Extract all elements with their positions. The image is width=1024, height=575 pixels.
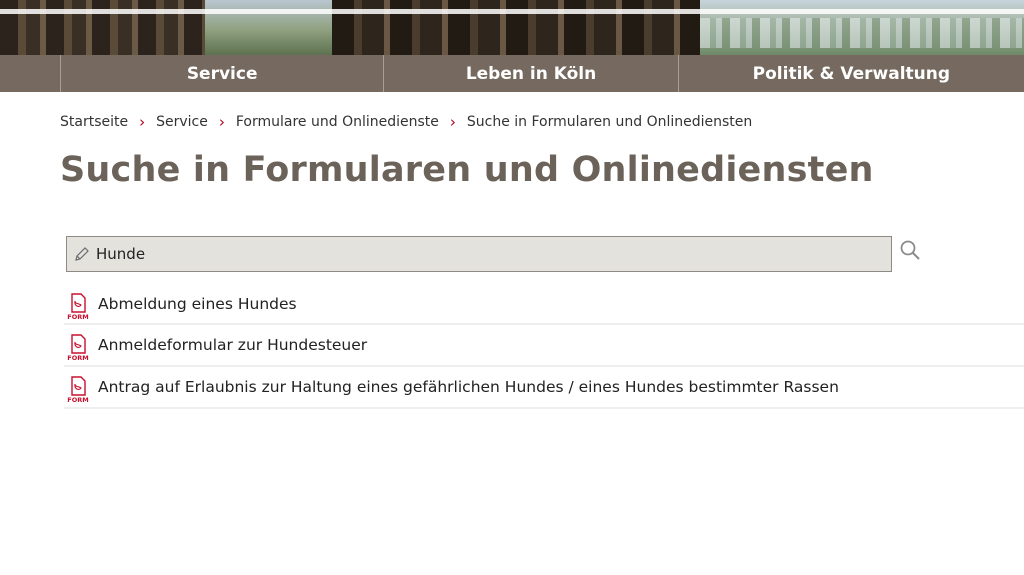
magnifier-icon bbox=[899, 239, 921, 265]
svg-text:FORM: FORM bbox=[67, 354, 88, 361]
banner-divider bbox=[0, 9, 1024, 14]
breadcrumb-link-formulare[interactable]: Formulare und Onlinedienste bbox=[236, 114, 439, 130]
search-field[interactable] bbox=[66, 236, 892, 272]
pdf-form-icon: FORM bbox=[64, 292, 92, 320]
breadcrumb-link-service[interactable]: Service bbox=[156, 114, 208, 130]
main-navigation: Service Leben in Köln Politik & Verwaltu… bbox=[0, 55, 1024, 92]
svg-text:FORM: FORM bbox=[67, 396, 88, 403]
breadcrumb-current: Suche in Formularen und Onlinediensten bbox=[466, 114, 753, 130]
result-link[interactable]: Anmeldeformular zur Hundesteuer bbox=[98, 336, 367, 354]
result-list: FORM Abmeldung eines Hundes FORM Anmelde… bbox=[64, 285, 1024, 409]
svg-text:FORM: FORM bbox=[67, 313, 88, 320]
search-input[interactable] bbox=[96, 245, 876, 263]
search-button[interactable] bbox=[898, 240, 922, 264]
result-item[interactable]: FORM Antrag auf Erlaubnis zur Haltung ei… bbox=[64, 367, 1024, 409]
pdf-form-icon: FORM bbox=[64, 333, 92, 361]
breadcrumb: Startseite › Service › Formulare und Onl… bbox=[60, 113, 752, 131]
result-link[interactable]: Antrag auf Erlaubnis zur Haltung eines g… bbox=[98, 378, 839, 396]
banner-skyline bbox=[700, 18, 1024, 48]
result-item[interactable]: FORM Anmeldeformular zur Hundesteuer bbox=[64, 325, 1024, 367]
page-title: Suche in Formularen und Onlinediensten bbox=[60, 150, 874, 190]
pencil-icon bbox=[71, 243, 93, 265]
nav-item-service[interactable]: Service bbox=[60, 55, 383, 92]
header-banner-image bbox=[0, 0, 1024, 55]
pdf-form-icon: FORM bbox=[64, 375, 92, 403]
nav-item-politik-verwaltung[interactable]: Politik & Verwaltung bbox=[677, 55, 1024, 92]
nav-item-leben-in-koeln[interactable]: Leben in Köln bbox=[383, 55, 677, 92]
breadcrumb-link-startseite[interactable]: Startseite bbox=[60, 114, 128, 130]
result-link[interactable]: Abmeldung eines Hundes bbox=[98, 295, 297, 313]
chevron-right-icon: › bbox=[218, 113, 225, 131]
result-item[interactable]: FORM Abmeldung eines Hundes bbox=[64, 285, 1024, 325]
chevron-right-icon: › bbox=[139, 113, 146, 131]
chevron-right-icon: › bbox=[449, 113, 456, 131]
